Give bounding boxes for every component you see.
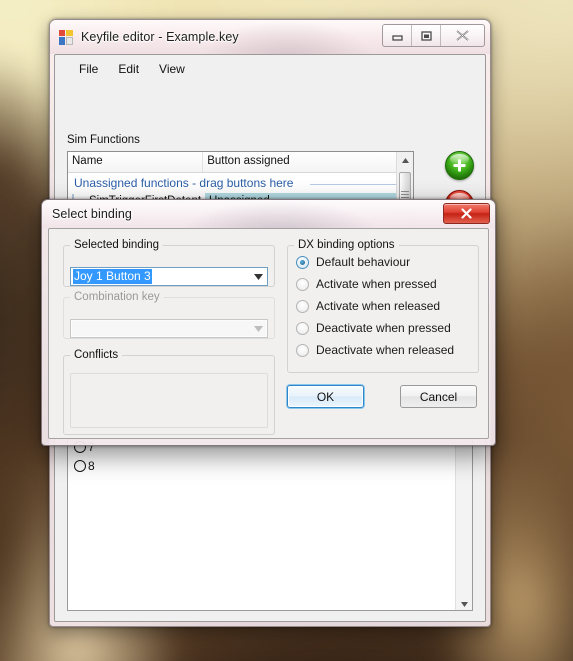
selected-binding-group: Selected binding Joy 1 Button 3	[63, 239, 275, 287]
menu-item-file[interactable]: File	[69, 61, 108, 77]
listview-group-header: Unassigned functions - drag buttons here	[68, 173, 413, 192]
scrollbar-grip-icon	[401, 189, 409, 200]
dialog-title: Select binding	[52, 207, 132, 221]
radio-activate-when-released[interactable]: Activate when released	[288, 295, 478, 317]
radio-default-behaviour[interactable]: Default behaviour	[288, 251, 478, 273]
selected-binding-value: Joy 1 Button 3	[73, 269, 152, 284]
close-icon	[461, 208, 472, 219]
dialog-close-button[interactable]	[443, 203, 490, 224]
plus-circle-icon	[444, 150, 474, 180]
caption-button-group	[382, 24, 485, 47]
radio-icon[interactable]	[296, 343, 309, 357]
page-title: Keyfile editor - Example.key	[81, 30, 239, 44]
selected-binding-label: Selected binding	[74, 239, 160, 251]
combination-key-label: Combination key	[74, 291, 160, 303]
column-header-button-assigned[interactable]: Button assigned	[203, 152, 413, 172]
scroll-up-arrow-icon[interactable]	[397, 152, 413, 168]
dialog-client-area: Selected binding Joy 1 Button 3 Combinat…	[48, 228, 489, 439]
ok-button[interactable]: OK	[287, 385, 364, 408]
key-name: 8	[88, 459, 95, 474]
list-item[interactable]: 8	[68, 456, 456, 475]
menu-item-edit[interactable]: Edit	[108, 61, 149, 77]
conflicts-label: Conflicts	[74, 349, 119, 361]
combination-key-group: Combination key	[63, 291, 275, 339]
chevron-down-icon[interactable]	[250, 325, 267, 332]
cancel-button[interactable]: Cancel	[400, 385, 477, 408]
radio-label: Activate when released	[316, 299, 441, 313]
radio-label: Deactivate when pressed	[316, 321, 451, 335]
chevron-down-icon[interactable]	[250, 273, 267, 280]
dx-binding-options-label: DX binding options	[298, 239, 395, 251]
listview-header: Name Button assigned	[68, 152, 413, 173]
menu-item-view[interactable]: View	[149, 61, 195, 77]
selected-binding-combobox[interactable]: Joy 1 Button 3	[70, 267, 268, 286]
radio-icon[interactable]	[296, 321, 309, 335]
main-titlebar[interactable]: Keyfile editor - Example.key	[50, 20, 490, 54]
dialog-titlebar[interactable]: Select binding	[42, 200, 495, 228]
maximize-button[interactable]	[412, 25, 441, 46]
radio-label: Default behaviour	[316, 255, 411, 269]
radio-activate-when-pressed[interactable]: Activate when pressed	[288, 273, 478, 295]
radio-label: Deactivate when released	[316, 343, 455, 357]
combination-key-combobox[interactable]	[70, 319, 268, 338]
radio-icon-selected[interactable]	[296, 255, 309, 269]
select-binding-dialog: Select binding Selected binding Joy 1 Bu…	[41, 199, 496, 446]
application-icon	[59, 29, 74, 45]
radio-label: Activate when pressed	[316, 277, 437, 291]
menu-bar: File Edit View	[55, 55, 485, 81]
radio-deactivate-when-released[interactable]: Deactivate when released	[288, 339, 478, 361]
radio-icon[interactable]	[296, 299, 309, 313]
close-button[interactable]	[441, 25, 484, 46]
add-binding-button[interactable]	[441, 147, 477, 183]
radio-icon[interactable]	[296, 277, 309, 291]
radio-deactivate-when-pressed[interactable]: Deactivate when pressed	[288, 317, 478, 339]
scroll-down-arrow-icon[interactable]	[456, 601, 472, 608]
key-radio-icon[interactable]	[74, 460, 86, 473]
dx-binding-options-group: DX binding options Default behaviour Act…	[287, 239, 479, 373]
conflicts-group: Conflicts	[63, 349, 275, 435]
column-header-name[interactable]: Name	[68, 152, 204, 172]
conflicts-list[interactable]	[70, 373, 268, 428]
minimize-button[interactable]	[383, 25, 412, 46]
sim-functions-group-label: Sim Functions	[67, 134, 140, 146]
